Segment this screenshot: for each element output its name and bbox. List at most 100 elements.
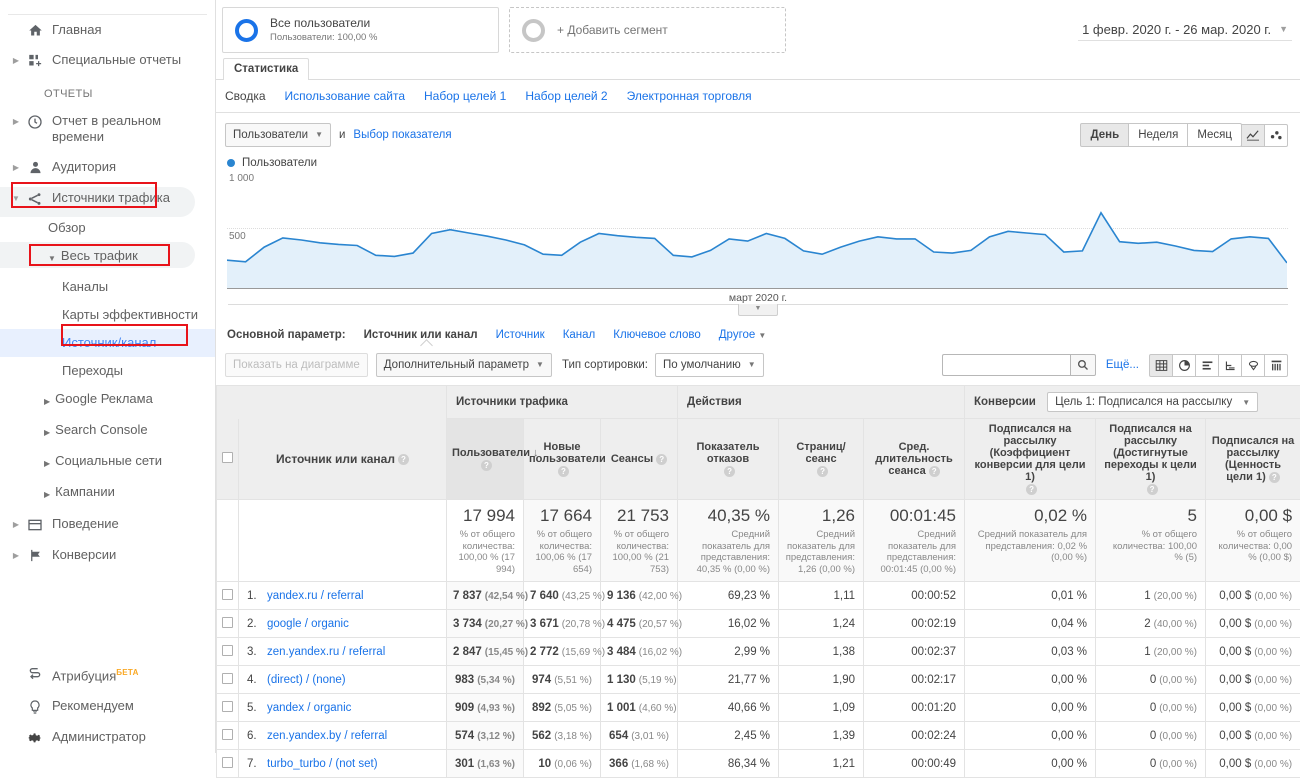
row-checkbox-cell[interactable] bbox=[217, 666, 239, 694]
table-row[interactable]: 1.yandex.ru / referral7 837(42,54 %)7 64… bbox=[217, 582, 1300, 610]
table-row[interactable]: 3.zen.yandex.ru / referral2 847(15,45 %)… bbox=[217, 638, 1300, 666]
help-icon[interactable]: ? bbox=[1147, 484, 1158, 495]
table-row[interactable]: 5.yandex / organic909(4,93 %)892(5,05 %)… bbox=[217, 694, 1300, 722]
row-checkbox-cell[interactable] bbox=[217, 722, 239, 750]
metric-select[interactable]: Пользователи ▼ bbox=[225, 123, 331, 147]
col-goal1-completions[interactable]: Подписался на рассылку (Достигнутые пере… bbox=[1096, 419, 1206, 500]
sidebar-item-search-console[interactable]: ▶ Search Console bbox=[0, 416, 215, 447]
row-checkbox[interactable] bbox=[222, 701, 233, 712]
line-chart-icon[interactable] bbox=[1241, 124, 1265, 147]
col-pages-per-session[interactable]: Страниц/сеанс? bbox=[779, 419, 864, 500]
sidebar-item-traffic-sources[interactable]: ▼ Источники трафика bbox=[0, 183, 215, 214]
subtab-ecommerce[interactable]: Электронная торговля bbox=[627, 89, 752, 103]
col-new-users[interactable]: Новые пользователи? bbox=[524, 419, 601, 500]
sidebar-item-custom-reports[interactable]: ▶ Специальные отчеты bbox=[0, 45, 215, 76]
table-row[interactable]: 6.zen.yandex.by / referral574(3,12 %)562… bbox=[217, 722, 1300, 750]
performance-view-icon[interactable] bbox=[1195, 354, 1219, 377]
row-checkbox[interactable] bbox=[222, 589, 233, 600]
row-checkbox-cell[interactable] bbox=[217, 582, 239, 610]
help-icon[interactable]: ? bbox=[929, 466, 940, 477]
table-view-icon[interactable] bbox=[1149, 354, 1173, 377]
table-row[interactable]: 2.google / organic3 734(20,27 %)3 671(20… bbox=[217, 610, 1300, 638]
row-checkbox[interactable] bbox=[222, 673, 233, 684]
sidebar-item-home[interactable]: Главная bbox=[0, 15, 215, 45]
col-avg-session-duration[interactable]: Сред. длительность сеанса? bbox=[864, 419, 965, 500]
select-all-checkbox[interactable] bbox=[222, 452, 233, 463]
row-source-medium-link[interactable]: yandex / organic bbox=[267, 702, 351, 714]
col-goal1-conversion-rate[interactable]: Подписался на рассылку (Коэффициент конв… bbox=[965, 419, 1096, 500]
secondary-dimension-button[interactable]: Дополнительный параметр ▼ bbox=[376, 353, 552, 377]
table-row[interactable]: 4.(direct) / (none)983(5,34 %)974(5,51 %… bbox=[217, 666, 1300, 694]
sort-type-select[interactable]: По умолчанию ▼ bbox=[655, 353, 764, 377]
subtab-site-usage[interactable]: Использование сайта bbox=[285, 89, 406, 103]
row-checkbox[interactable] bbox=[222, 757, 233, 768]
help-icon[interactable]: ? bbox=[481, 460, 492, 471]
term-cloud-icon[interactable] bbox=[1241, 354, 1265, 377]
help-icon[interactable]: ? bbox=[558, 466, 569, 477]
subtab-goal-set-1[interactable]: Набор целей 1 bbox=[424, 89, 506, 103]
help-icon[interactable]: ? bbox=[398, 454, 409, 465]
col-sessions[interactable]: Сеансы? bbox=[601, 419, 678, 500]
sidebar-item-source-medium[interactable]: Источник/канал bbox=[0, 329, 215, 357]
help-icon[interactable]: ? bbox=[1269, 472, 1280, 483]
slider-handle[interactable]: ▼ bbox=[738, 304, 778, 316]
row-source-medium-link[interactable]: zen.yandex.ru / referral bbox=[267, 646, 385, 658]
subtab-goal-set-2[interactable]: Набор целей 2 bbox=[525, 89, 607, 103]
dimension-source[interactable]: Источник bbox=[496, 329, 545, 341]
comparison-view-icon[interactable] bbox=[1218, 354, 1242, 377]
row-checkbox-cell[interactable] bbox=[217, 610, 239, 638]
sidebar-item-google-ads[interactable]: ▶ Google Реклама bbox=[0, 385, 215, 416]
granularity-day[interactable]: День bbox=[1080, 123, 1129, 147]
col-goal1-value[interactable]: Подписался на рассылку (Ценность цели 1)… bbox=[1206, 419, 1300, 500]
row-checkbox[interactable] bbox=[222, 645, 233, 656]
dimension-other[interactable]: Другое▼ bbox=[719, 329, 766, 341]
sidebar-item-referrals[interactable]: Переходы bbox=[0, 357, 215, 385]
sidebar-item-admin[interactable]: Администратор bbox=[0, 722, 216, 753]
more-options-link[interactable]: Ещё... bbox=[1106, 359, 1139, 371]
sidebar-item-campaigns[interactable]: ▶ Кампании bbox=[0, 478, 215, 509]
row-checkbox-cell[interactable] bbox=[217, 638, 239, 666]
row-source-medium-link[interactable]: (direct) / (none) bbox=[267, 674, 346, 686]
goal-selector[interactable]: Цель 1: Подписался на рассылку ▼ bbox=[1047, 392, 1258, 412]
sidebar-item-treemaps[interactable]: Карты эффективности bbox=[0, 301, 215, 329]
table-row[interactable]: 7.turbo_turbo / (not set)301(1,63 %)10(0… bbox=[217, 750, 1300, 778]
pivot-view-icon[interactable] bbox=[1264, 354, 1288, 377]
scatter-chart-icon[interactable] bbox=[1264, 124, 1288, 147]
sidebar-item-behavior[interactable]: ▶ Поведение bbox=[0, 509, 215, 540]
segment-all-users[interactable]: Все пользователи Пользователи: 100,00 % bbox=[222, 7, 499, 53]
row-checkbox-cell[interactable] bbox=[217, 750, 239, 778]
sidebar-item-audience[interactable]: ▶ Аудитория bbox=[0, 152, 215, 183]
dimension-source-medium[interactable]: Источник или канал bbox=[364, 329, 478, 341]
row-source-medium-link[interactable]: turbo_turbo / (not set) bbox=[267, 758, 378, 770]
sidebar-item-channels[interactable]: Каналы bbox=[0, 273, 215, 301]
granularity-week[interactable]: Неделя bbox=[1128, 123, 1188, 147]
row-checkbox[interactable] bbox=[222, 617, 233, 628]
tab-explorer[interactable]: Статистика bbox=[223, 58, 309, 80]
search-input[interactable] bbox=[942, 354, 1070, 376]
sidebar-item-social[interactable]: ▶ Социальные сети bbox=[0, 447, 215, 478]
col-source-medium[interactable]: Источник или канал? bbox=[239, 419, 447, 500]
sidebar-item-traffic-overview[interactable]: Обзор bbox=[0, 214, 215, 242]
date-range-picker[interactable]: 1 февр. 2020 г. - 26 мар. 2020 г. ▼ bbox=[1078, 20, 1292, 41]
chart-range-slider[interactable]: ▼ bbox=[228, 304, 1288, 317]
select-metric-link[interactable]: Выбор показателя bbox=[353, 129, 451, 141]
help-icon[interactable]: ? bbox=[817, 466, 828, 477]
granularity-month[interactable]: Месяц bbox=[1187, 123, 1242, 147]
search-icon[interactable] bbox=[1070, 354, 1096, 376]
sidebar-item-discover[interactable]: Рекомендуем bbox=[0, 691, 216, 722]
col-users[interactable]: Пользователи↓? bbox=[447, 419, 524, 500]
row-source-medium-link[interactable]: google / organic bbox=[267, 618, 349, 630]
sidebar-item-attribution[interactable]: АтрибуцияБЕТА bbox=[0, 658, 216, 691]
dimension-medium[interactable]: Канал bbox=[563, 329, 596, 341]
help-icon[interactable]: ? bbox=[656, 454, 667, 465]
plot-rows-button[interactable]: Показать на диаграмме bbox=[225, 353, 368, 377]
help-icon[interactable]: ? bbox=[1026, 484, 1037, 495]
help-icon[interactable]: ? bbox=[724, 466, 735, 477]
users-over-time-chart[interactable]: 1 000 500 bbox=[227, 173, 1288, 289]
row-checkbox[interactable] bbox=[222, 729, 233, 740]
sidebar-item-conversions[interactable]: ▶ Конверсии bbox=[0, 540, 215, 571]
add-segment-button[interactable]: + Добавить сегмент bbox=[509, 7, 786, 53]
row-source-medium-link[interactable]: yandex.ru / referral bbox=[267, 590, 364, 602]
sidebar-item-all-traffic[interactable]: ▼ Весь трафик bbox=[0, 242, 215, 273]
sidebar-item-realtime[interactable]: ▶ Отчет в реальном времени bbox=[0, 106, 215, 152]
